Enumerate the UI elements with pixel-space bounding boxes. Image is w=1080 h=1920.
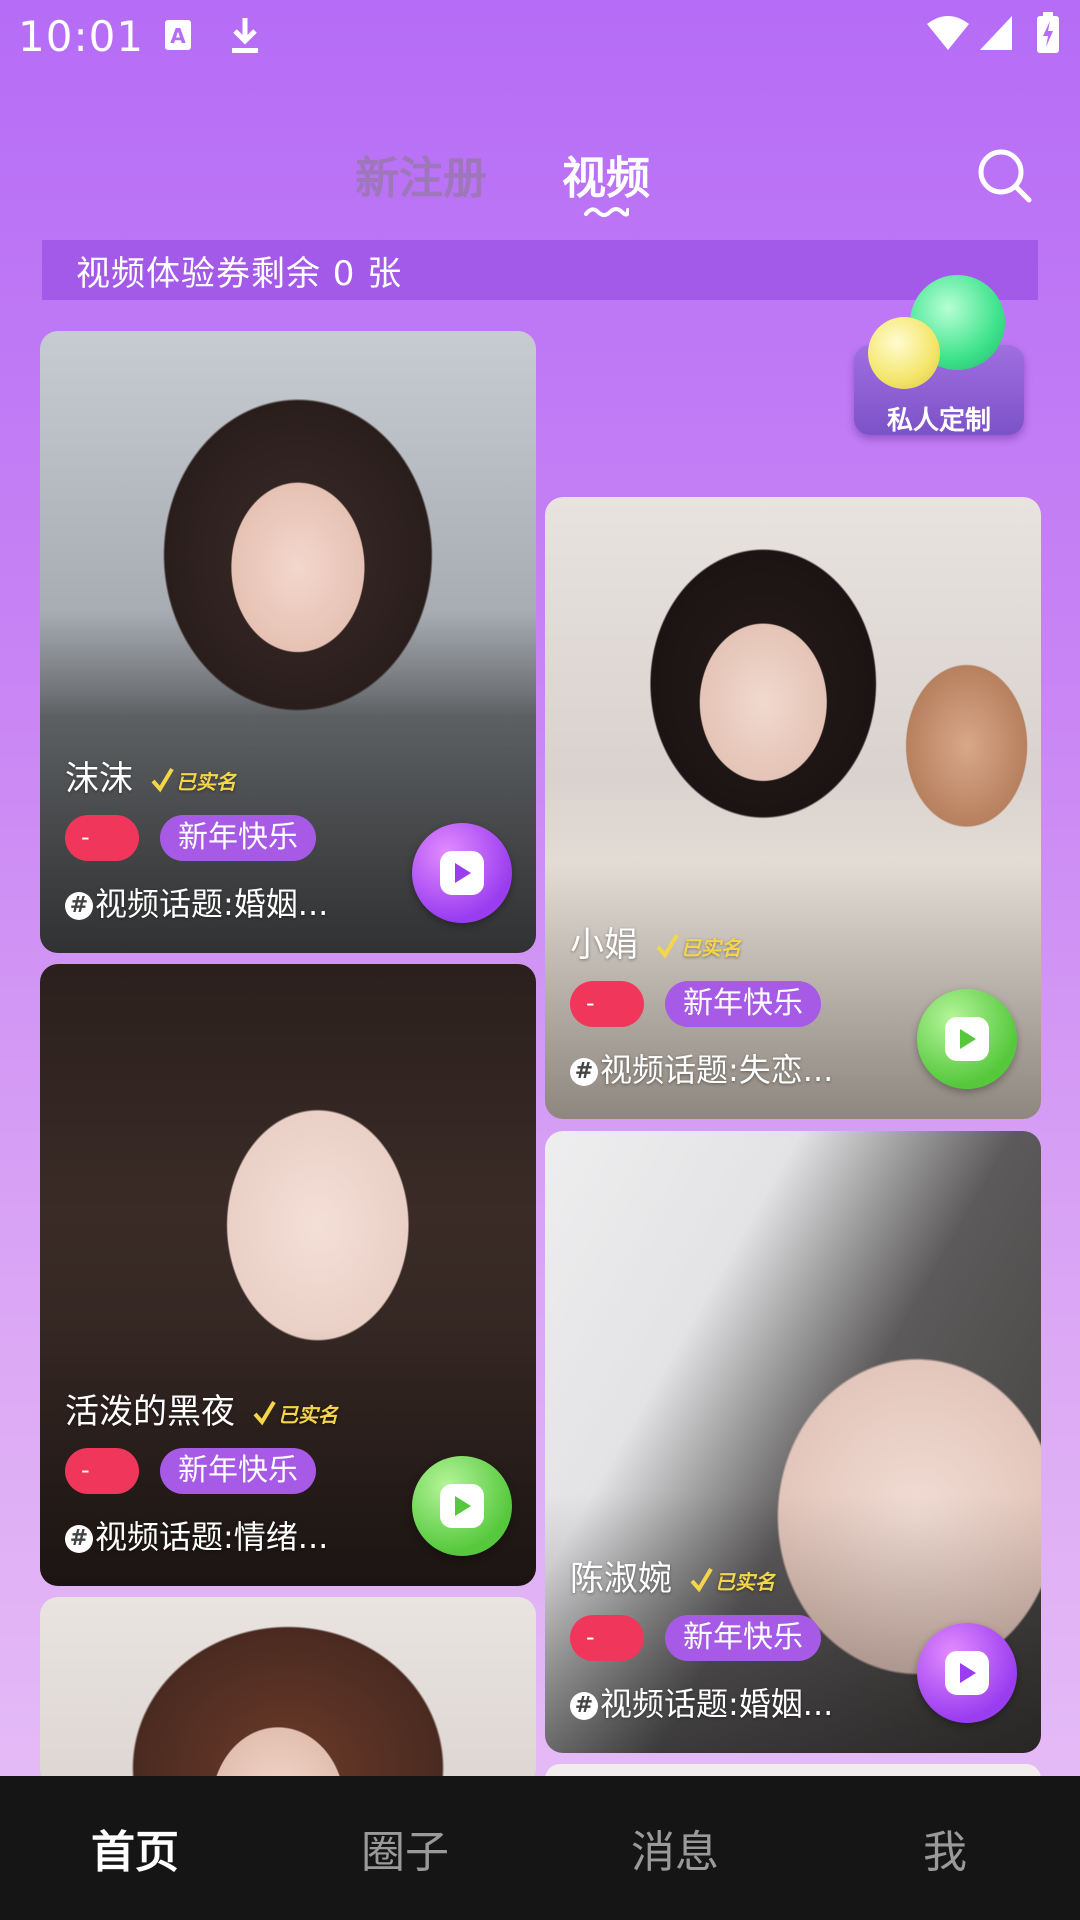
bottom-nav: 首页 圈子 消息 我 (0, 1776, 1080, 1920)
profile-photo (40, 1597, 536, 1787)
a-notification-icon: A (163, 18, 193, 56)
card-topic: 视频话题:婚姻... (600, 1685, 834, 1723)
play-button[interactable] (412, 823, 512, 923)
svg-text:已实名: 已实名 (681, 936, 742, 960)
video-card[interactable]: 活泼的黑夜 已实名 - 新年快乐 # 视频话题:情绪... (40, 964, 536, 1586)
play-icon (455, 1496, 471, 1516)
nav-home[interactable]: 首页 (35, 1816, 235, 1880)
download-icon (228, 16, 262, 60)
video-card[interactable]: 陈淑婉 已实名 - 新年快乐 # 视频话题:婚姻... (545, 1131, 1041, 1753)
play-icon (455, 863, 471, 883)
purple-tag: 新年快乐 (160, 815, 316, 861)
play-icon (960, 1663, 976, 1683)
wifi-icon (925, 14, 971, 56)
svg-text:A: A (170, 24, 186, 48)
play-button[interactable] (917, 989, 1017, 1089)
play-button[interactable] (412, 1456, 512, 1556)
hashtag-icon: # (570, 1692, 598, 1720)
hashtag-icon: # (65, 1525, 93, 1553)
yellow-blob-icon (868, 317, 940, 389)
battery-icon (1036, 12, 1060, 58)
play-icon (960, 1029, 976, 1049)
card-topic: 视频话题:失恋... (600, 1051, 834, 1089)
card-name: 沫沫 (65, 759, 133, 799)
tab-video[interactable]: 视频 (562, 142, 650, 206)
svg-text:已实名: 已实名 (715, 1570, 776, 1594)
play-button[interactable] (917, 1623, 1017, 1723)
red-tag: - (65, 1448, 139, 1494)
video-card[interactable] (40, 1597, 536, 1787)
tab-active-indicator (583, 203, 630, 222)
video-card[interactable]: 沫沫 已实名 - 新年快乐 # 视频话题:婚姻... (40, 331, 536, 953)
voucher-text: 视频体验券剩余 0 张 (76, 253, 403, 294)
status-time: 10:01 (18, 12, 145, 61)
hashtag-icon: # (65, 892, 93, 920)
nav-circle[interactable]: 圈子 (305, 1816, 505, 1880)
nav-messages[interactable]: 消息 (575, 1816, 775, 1880)
verified-badge-icon: 已实名 (151, 767, 237, 794)
verified-badge-icon: 已实名 (253, 1400, 339, 1427)
search-button[interactable] (975, 146, 1035, 206)
purple-tag: 新年快乐 (665, 981, 821, 1027)
svg-text:已实名: 已实名 (176, 770, 237, 794)
search-icon (978, 149, 1032, 203)
red-tag: - (65, 815, 139, 861)
card-name: 小娟 (570, 925, 638, 965)
purple-tag: 新年快乐 (160, 1448, 316, 1494)
hashtag-icon: # (570, 1058, 598, 1086)
verified-badge-icon: 已实名 (690, 1567, 776, 1594)
tab-new-register[interactable]: 新注册 (355, 142, 487, 206)
video-card[interactable]: 小娟 已实名 - 新年快乐 # 视频话题:失恋... (545, 497, 1041, 1119)
private-custom-label: 私人定制 (886, 406, 991, 436)
purple-tag: 新年快乐 (665, 1615, 821, 1661)
signal-icon (978, 14, 1014, 56)
svg-text:已实名: 已实名 (278, 1403, 339, 1427)
card-name: 陈淑婉 (570, 1559, 672, 1599)
verified-badge-icon: 已实名 (656, 933, 742, 960)
card-name: 活泼的黑夜 (65, 1392, 235, 1432)
private-custom-button[interactable]: 私人定制 (850, 275, 1030, 445)
status-bar: 10:01 A (0, 0, 1080, 72)
card-topic: 视频话题:婚姻... (95, 885, 329, 923)
red-tag: - (570, 981, 644, 1027)
red-tag: - (570, 1615, 644, 1661)
nav-me[interactable]: 我 (845, 1816, 1045, 1880)
card-topic: 视频话题:情绪... (95, 1518, 329, 1556)
